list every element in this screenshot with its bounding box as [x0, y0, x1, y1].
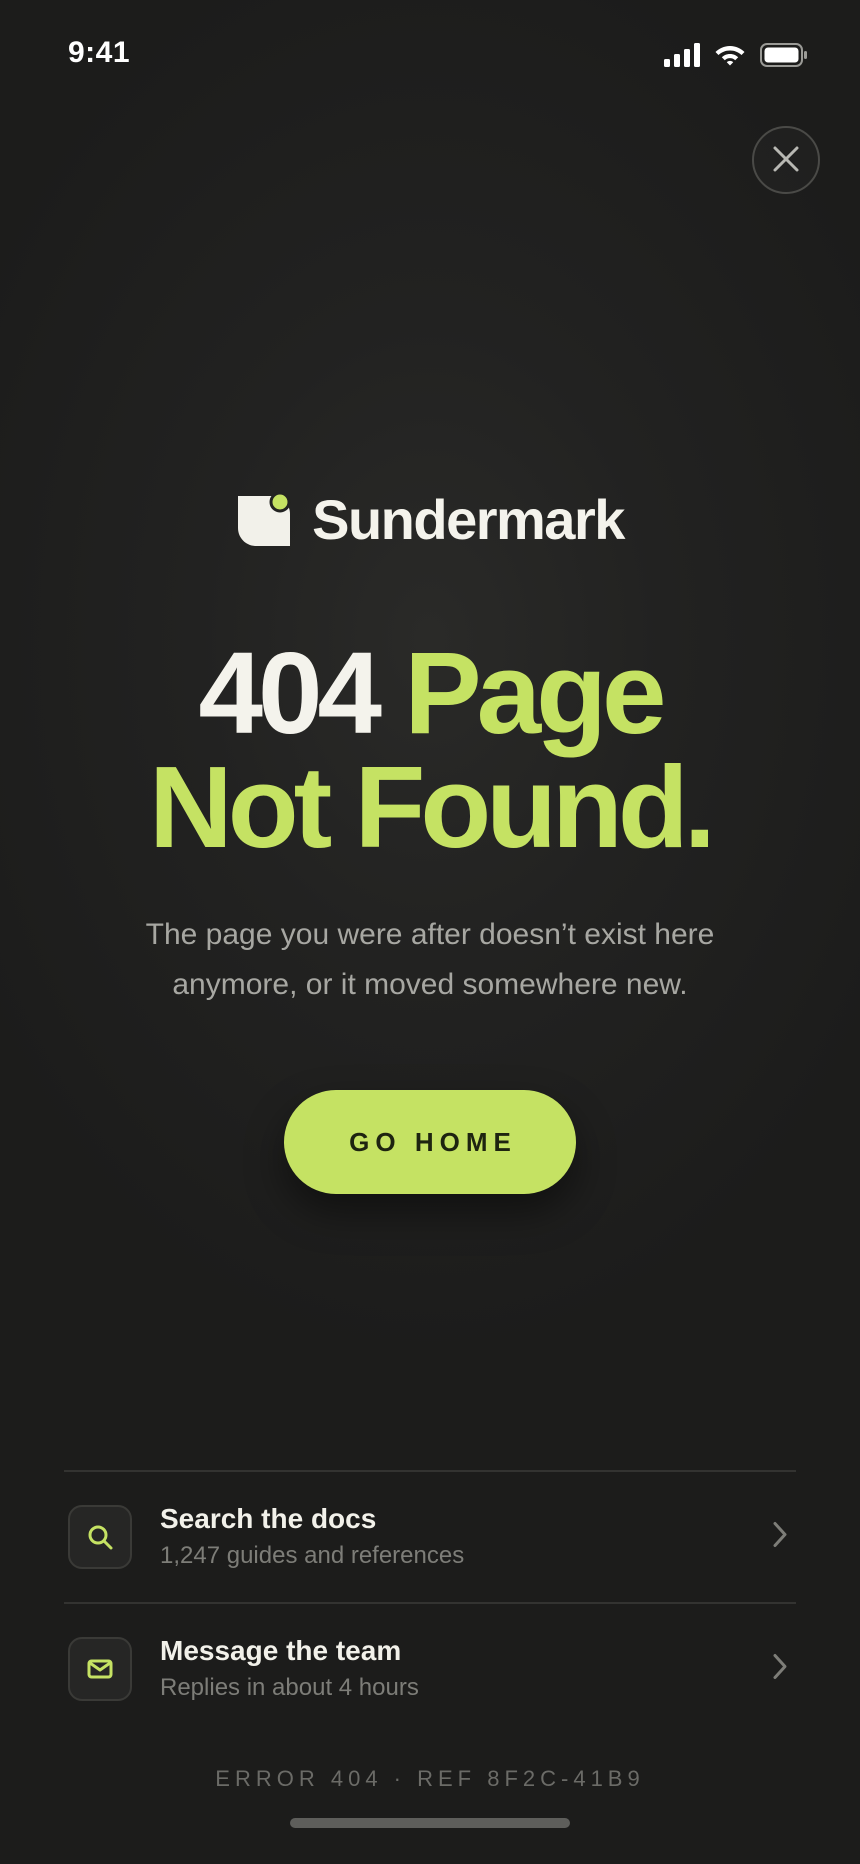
close-icon — [772, 145, 800, 176]
page-title-line2: Not Found. — [148, 742, 716, 872]
list-item-search-docs[interactable]: Search the docs 1,247 guides and referen… — [64, 1472, 796, 1602]
status-icons — [664, 38, 808, 72]
status-time: 9:41 — [68, 36, 131, 69]
page-title-accent: Page — [404, 628, 666, 758]
list-item-message-team[interactable]: Message the team Replies in about 4 hour… — [64, 1604, 796, 1734]
help-item-subtitle: 1,247 guides and references — [160, 1542, 465, 1569]
help-item-text: Message the team Replies in about 4 hour… — [160, 1633, 419, 1705]
error-code: 404 — [198, 628, 382, 758]
search-icon — [68, 1505, 132, 1569]
help-item-subtitle: Replies in about 4 hours — [160, 1674, 419, 1701]
leaf-logo-icon — [236, 491, 292, 548]
brand: Sundermark — [0, 488, 860, 551]
chevron-right-icon — [772, 1521, 788, 1554]
chevron-right-icon — [772, 1653, 788, 1686]
error-description: The page you were after doesn’t exist he… — [145, 918, 715, 1001]
mail-icon — [68, 1637, 132, 1701]
page-title: 404 Page Not Found. — [0, 635, 860, 865]
wifi-icon — [714, 43, 746, 67]
help-item-title: Search the docs — [160, 1503, 377, 1534]
help-links-list: Search the docs 1,247 guides and referen… — [64, 1470, 796, 1734]
error-404-screen: 9:41 Sundermark 404 Page Not Found. The … — [0, 0, 860, 1864]
close-button[interactable] — [752, 126, 820, 194]
help-item-title: Message the team — [160, 1635, 402, 1666]
battery-icon — [760, 43, 808, 67]
status-bar: 9:41 — [0, 0, 860, 110]
brand-name: Sundermark — [312, 488, 625, 551]
error-reference: ERROR 404 · REF 8F2C-41B9 — [215, 1766, 645, 1791]
go-home-button[interactable]: GO HOME — [284, 1090, 576, 1194]
help-item-text: Search the docs 1,247 guides and referen… — [160, 1501, 464, 1573]
home-indicator[interactable] — [290, 1818, 570, 1828]
cellular-signal-icon — [664, 43, 700, 67]
